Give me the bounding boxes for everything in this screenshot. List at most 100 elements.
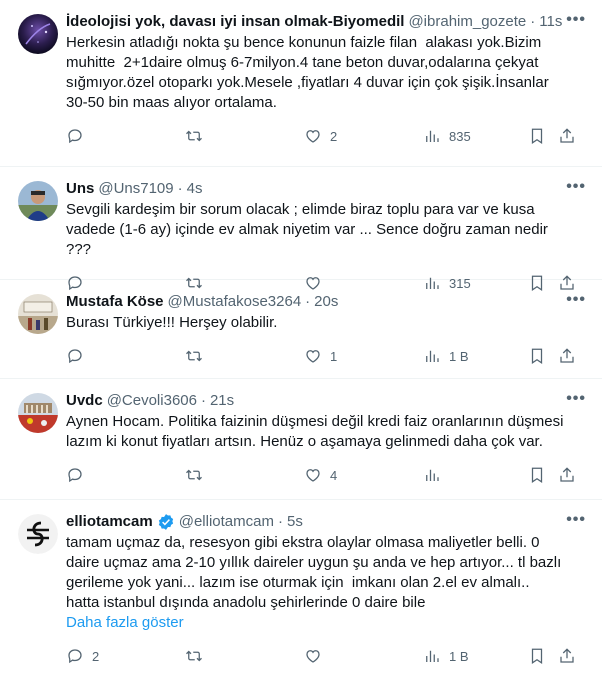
user-handle[interactable]: @Cevoli3606 [107,391,197,411]
display-name[interactable]: elliotamcam [66,512,153,532]
views-button[interactable] [423,466,528,484]
action-bar: 4 [66,458,586,492]
like-button[interactable]: 4 [304,466,423,484]
more-icon[interactable]: ••• [566,12,586,28]
views-button[interactable]: 1 B [423,347,528,365]
timestamp[interactable]: 21s [210,391,234,411]
timestamp[interactable]: 11s [539,12,562,32]
views-button[interactable]: 835 [423,127,528,145]
avatar[interactable] [18,181,58,221]
user-handle[interactable]: @elliotamcam [179,512,274,532]
avatar[interactable] [18,393,58,433]
retweet-icon [186,650,202,662]
user-handle[interactable]: @Mustafakose3264 [168,292,302,312]
timestamp[interactable]: 5s [287,512,303,532]
action-bar: 2 1 B [66,639,586,673]
share-icon [560,348,574,363]
display-name[interactable]: Uvdc [66,391,103,411]
retweet-button[interactable] [185,466,304,484]
bookmark-button[interactable] [528,647,558,665]
timestamp[interactable]: 20s [314,292,338,312]
retweet-button[interactable] [185,127,304,145]
display-name[interactable]: Uns [66,179,94,199]
reply-tweet[interactable]: ••• İdeolojisi yok, davası iyi insan olm… [0,0,602,167]
views-count: 1 B [449,648,469,664]
separator: · [200,392,206,409]
reply-tweet[interactable]: ••• elliotamcam @elliotamcam · 5s tamam … [0,500,602,674]
more-icon[interactable]: ••• [566,391,586,407]
share-button[interactable] [558,127,576,145]
separator: · [305,293,311,310]
bookmark-icon [531,648,543,664]
retweet-icon [186,350,202,362]
like-button[interactable] [304,647,423,665]
bookmark-icon [531,467,543,483]
verified-badge-icon [158,514,173,530]
action-bar: 2 835 [66,119,586,153]
bookmark-button[interactable] [528,127,558,145]
views-button[interactable]: 1 B [423,647,528,665]
user-handle[interactable]: @ibrahim_gozete [408,12,526,32]
avatar[interactable] [18,514,58,554]
reply-icon [68,129,82,144]
like-icon [306,130,320,143]
reply-button[interactable] [66,466,185,484]
bookmark-button[interactable] [528,466,558,484]
views-count: 1 B [449,348,469,364]
reply-button[interactable] [66,127,185,145]
reply-tweet[interactable]: ••• Uns @Uns7109 · 4s Sevgili kardeşim b… [0,167,602,291]
retweet-icon [186,130,202,142]
tweet-text: Herkesin atladığı nokta şu bence konunun… [66,34,553,111]
timestamp[interactable]: 4s [187,179,203,199]
reply-feed: ••• İdeolojisi yok, davası iyi insan olm… [0,0,602,674]
share-button[interactable] [558,466,576,484]
separator: · [530,13,536,30]
reply-tweet[interactable]: ••• Mustafa Köse @Mustafakose3264 · 20s … [0,280,602,379]
share-button[interactable] [558,647,576,665]
bookmark-icon [531,128,543,144]
bookmark-icon [531,348,543,364]
like-icon [306,469,320,482]
retweet-icon [186,469,202,481]
views-icon [426,350,439,362]
tweet-text: Sevgili kardeşim bir sorum olacak ; elim… [66,201,553,258]
more-icon[interactable]: ••• [566,292,586,308]
reply-count: 2 [92,648,100,664]
like-button[interactable]: 1 [304,347,423,365]
share-icon [560,648,574,663]
reply-icon [68,349,82,364]
reply-button[interactable]: 2 [66,647,185,665]
display-name[interactable]: Mustafa Köse [66,292,164,312]
tweet-text: Burası Türkiye!!! Herşey olabilir. [66,314,278,331]
avatar[interactable] [18,14,58,54]
share-button[interactable] [558,347,576,365]
bookmark-button[interactable] [528,347,558,365]
views-icon [426,469,439,481]
like-icon [306,650,320,663]
tweet-text: Aynen Hocam. Politika faizinin düşmesi d… [66,413,568,450]
views-icon [426,130,439,142]
reply-icon [68,468,82,483]
reply-button[interactable] [66,347,185,365]
avatar[interactable] [18,294,58,334]
user-handle[interactable]: @Uns7109 [98,179,173,199]
reply-icon [68,649,82,664]
views-icon [426,650,439,662]
like-button[interactable]: 2 [304,127,423,145]
more-icon[interactable]: ••• [566,512,586,528]
separator: · [277,513,283,530]
show-more-link[interactable]: Daha fazla göster [66,613,586,633]
like-count: 4 [330,467,338,483]
retweet-button[interactable] [185,347,304,365]
like-count: 1 [330,348,338,364]
share-icon [560,467,574,482]
more-icon[interactable]: ••• [566,179,586,195]
action-bar: 1 1 B [66,339,586,373]
like-icon [306,350,320,363]
retweet-button[interactable] [185,647,304,665]
tweet-text: tamam uçmaz da, resesyon gibi ekstra ola… [66,534,566,611]
like-count: 2 [330,128,338,144]
separator: · [177,180,183,197]
reply-tweet[interactable]: ••• Uvdc @Cevoli3606 · 21s Aynen Hocam. … [0,379,602,500]
display-name[interactable]: İdeolojisi yok, davası iyi insan olmak-B… [66,12,404,32]
